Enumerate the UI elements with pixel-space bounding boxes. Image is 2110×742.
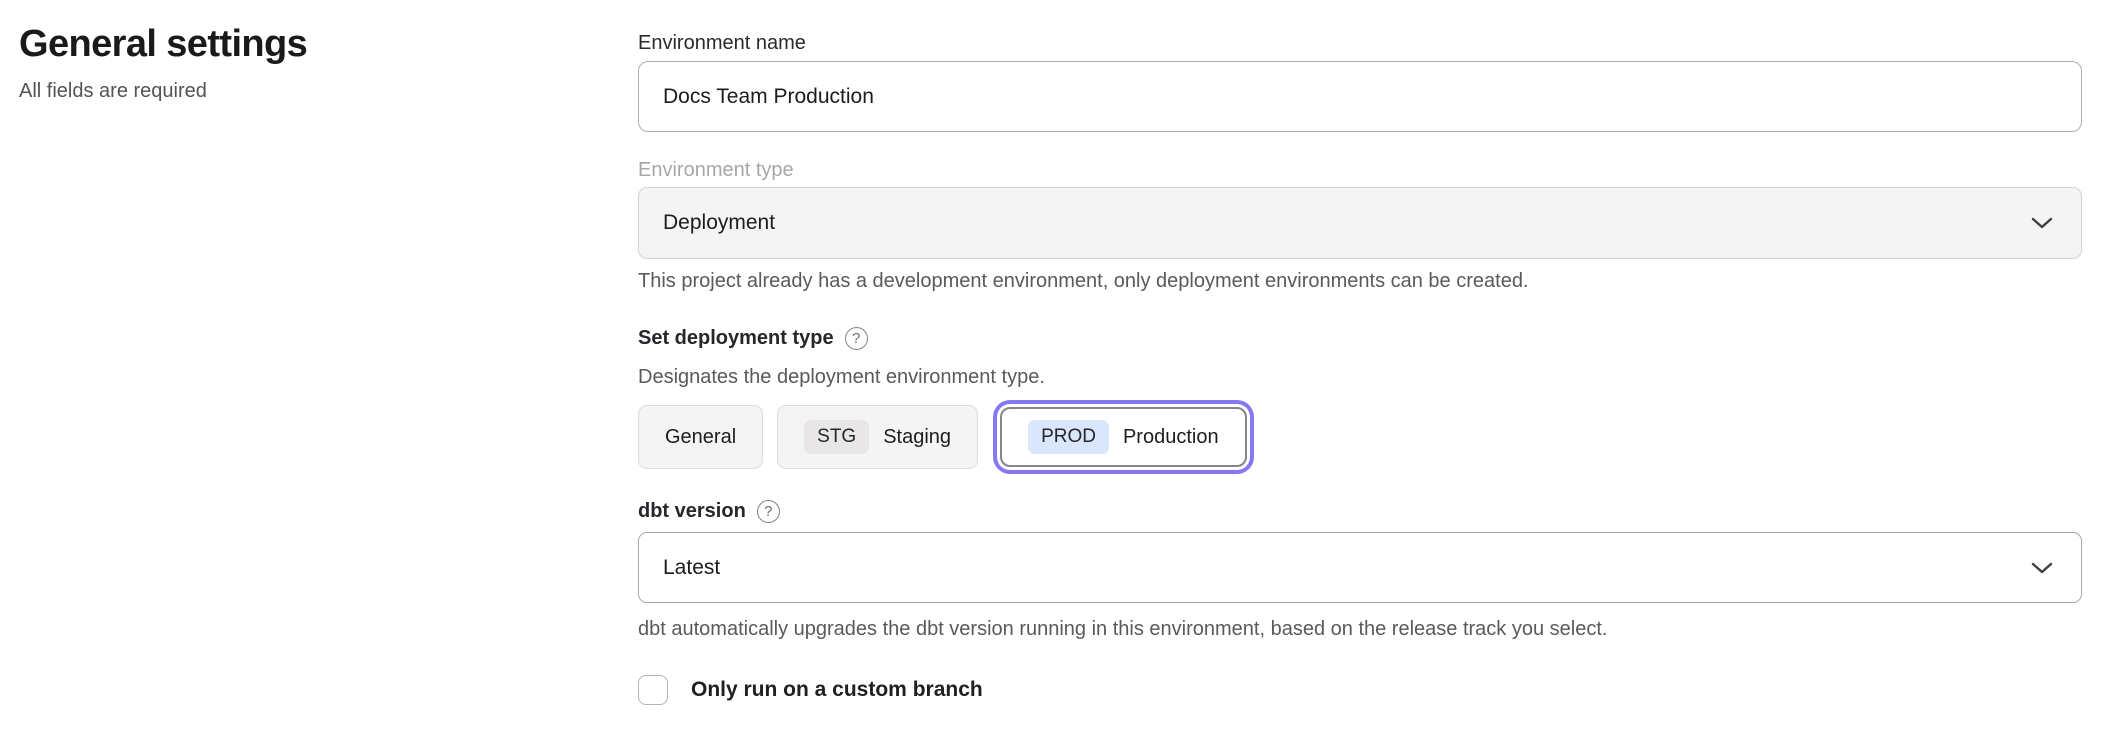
custom-branch-label: Only run on a custom branch	[691, 675, 983, 705]
dbt-version-helper: dbt automatically upgrades the dbt versi…	[638, 616, 1607, 642]
settings-form: Environment name Environment type Deploy…	[638, 0, 2082, 742]
dbt-version-value: Latest	[663, 556, 720, 580]
page-title: General settings	[19, 22, 439, 66]
help-icon[interactable]: ?	[845, 327, 868, 350]
staging-badge: STG	[804, 420, 869, 454]
deployment-type-label: Set deployment type	[638, 325, 834, 351]
chevron-down-icon	[2031, 562, 2053, 574]
help-icon[interactable]: ?	[757, 500, 780, 523]
environment-type-value: Deployment	[663, 211, 775, 235]
deployment-type-header: Set deployment type ?	[638, 325, 868, 351]
environment-name-label: Environment name	[638, 30, 806, 56]
option-label: Staging	[883, 426, 951, 449]
dbt-version-select[interactable]: Latest	[638, 532, 2082, 603]
page-header: General settings All fields are required	[19, 22, 439, 104]
production-badge: PROD	[1028, 420, 1109, 454]
option-label: General	[665, 426, 736, 449]
environment-name-input[interactable]	[638, 61, 2082, 132]
custom-branch-row: Only run on a custom branch	[638, 675, 983, 705]
dbt-version-header: dbt version ?	[638, 498, 780, 524]
option-label: Production	[1123, 426, 1219, 449]
chevron-down-icon	[2031, 217, 2053, 229]
environment-type-select[interactable]: Deployment	[638, 187, 2082, 259]
deployment-type-option-production[interactable]: PROD Production	[1000, 407, 1247, 467]
custom-branch-checkbox[interactable]	[638, 675, 668, 705]
deployment-type-option-general[interactable]: General	[638, 405, 763, 469]
environment-type-label: Environment type	[638, 157, 794, 183]
environment-type-helper: This project already has a development e…	[638, 268, 1529, 294]
deployment-type-option-staging[interactable]: STG Staging	[777, 405, 978, 469]
page-subtitle: All fields are required	[19, 78, 439, 104]
dbt-version-label: dbt version	[638, 498, 746, 524]
deployment-type-description: Designates the deployment environment ty…	[638, 364, 1045, 390]
general-settings-page: General settings All fields are required…	[0, 0, 2110, 742]
deployment-type-options: General STG Staging PROD Production	[638, 405, 1247, 469]
